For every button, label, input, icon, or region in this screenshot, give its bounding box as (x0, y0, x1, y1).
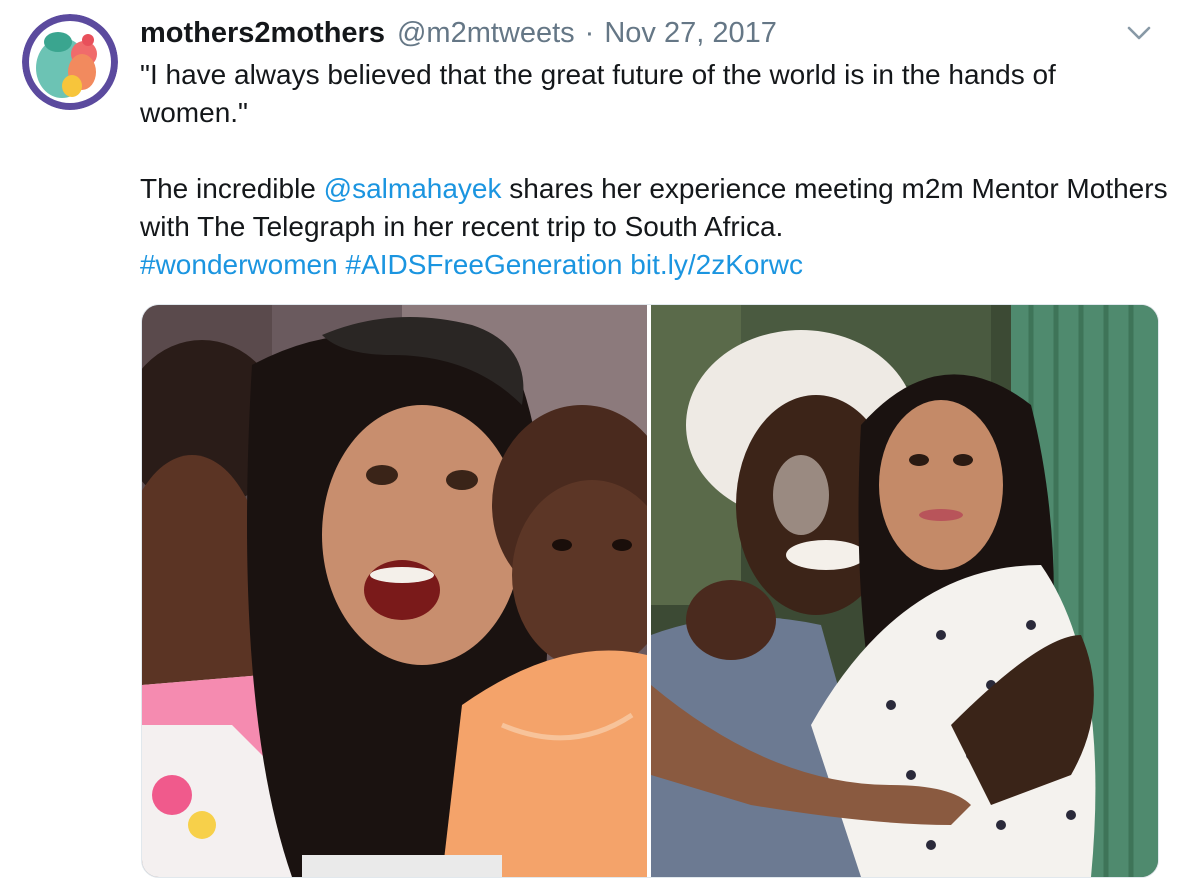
media-photo-1[interactable] (142, 305, 647, 877)
hashtag-link[interactable]: #AIDSFreeGeneration (345, 249, 622, 280)
tweet-media (141, 304, 1159, 878)
tweet-text: "I have always believed that the great f… (140, 56, 1170, 284)
url-link[interactable]: bit.ly/2zKorwc (630, 249, 803, 280)
mothers2mothers-logo-icon (22, 14, 118, 110)
author-handle[interactable]: @m2mtweets (397, 14, 575, 52)
photo-two-women-hugging-icon (651, 305, 1158, 877)
chevron-down-icon (1127, 26, 1151, 40)
tweet-date[interactable]: Nov 27, 2017 (604, 14, 777, 52)
hashtag-link[interactable]: #wonderwomen (140, 249, 338, 280)
mention-link[interactable]: @salmahayek (324, 173, 502, 204)
author-display-name[interactable]: mothers2mothers (140, 14, 385, 52)
tweet-body: The incredible @salmahayek shares her ex… (140, 170, 1170, 246)
tweet-tags-line: #wonderwomen #AIDSFreeGeneration bit.ly/… (140, 246, 1170, 284)
tweet-header: mothers2mothers @m2mtweets · Nov 27, 201… (140, 14, 777, 52)
tweet-body-prefix: The incredible (140, 173, 324, 204)
separator-dot: · (584, 17, 595, 49)
tweet-quote: "I have always believed that the great f… (140, 59, 1056, 128)
tweet-menu-button[interactable] (1124, 20, 1154, 46)
avatar[interactable] (22, 14, 118, 110)
photo-woman-with-two-children-icon (142, 305, 647, 877)
media-photo-2[interactable] (651, 305, 1158, 877)
